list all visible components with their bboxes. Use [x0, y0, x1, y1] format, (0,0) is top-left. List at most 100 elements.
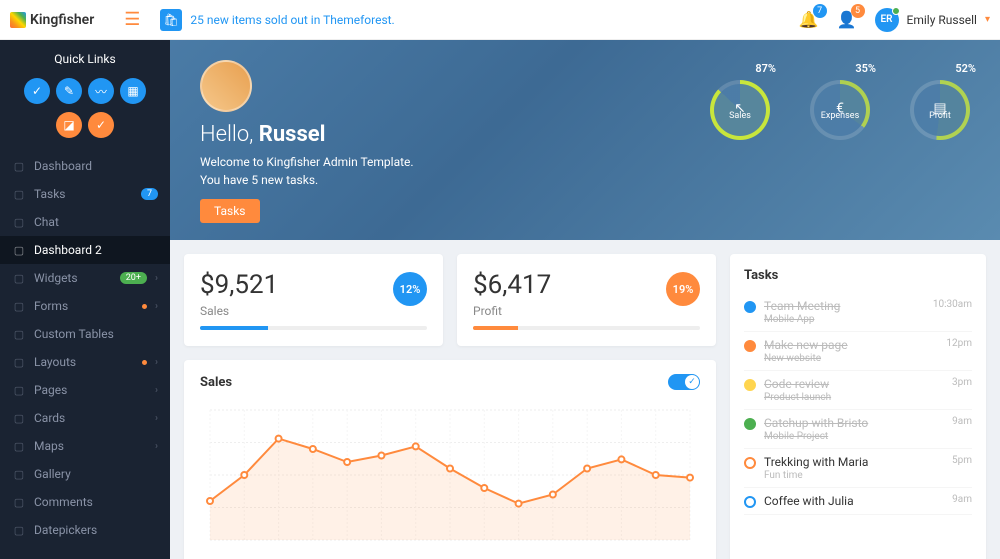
ql-box-icon[interactable]: ◪	[56, 112, 82, 138]
nav-icon: ▢	[12, 523, 26, 537]
nav-dot	[142, 360, 147, 365]
gauge-label: Profit	[929, 111, 951, 121]
sidebar-item-forms[interactable]: ▢Forms›	[0, 292, 170, 320]
nav-icon: ▢	[12, 439, 26, 453]
hero: Hello, Russel Welcome to Kingfisher Admi…	[170, 40, 1000, 240]
chevron-right-icon: ›	[155, 273, 158, 284]
announcement[interactable]: 🛍 25 new items sold out in Themeforest.	[160, 9, 394, 31]
gauge-pct: 87%	[755, 62, 776, 75]
task-sub: New website	[764, 353, 938, 364]
sidebar-item-gallery[interactable]: ▢ Gallery	[0, 460, 170, 488]
task-item[interactable]: Catchup with BristoMobile Project 9am	[744, 410, 972, 449]
nav-icon: ▢	[12, 271, 26, 285]
nav-icon: ▢	[12, 159, 26, 173]
task-item[interactable]: Team MeetingMobile App 10:30am	[744, 293, 972, 332]
task-time: 5pm	[952, 455, 972, 466]
task-item[interactable]: Coffee with Julia 9am	[744, 488, 972, 515]
nav-icon: ▢	[12, 327, 26, 341]
sales-chart-card: Sales	[184, 360, 716, 559]
nav-icon: ▢	[12, 299, 26, 313]
brand-icon	[10, 12, 26, 28]
notification-icon[interactable]: 🔔7	[799, 10, 819, 29]
sales-chart	[200, 400, 700, 550]
nav-label: Forms	[34, 299, 134, 313]
chart-toggle[interactable]	[668, 374, 700, 390]
task-name: Team Meeting	[764, 299, 925, 313]
sidebar-item-tasks[interactable]: ▢Tasks7	[0, 180, 170, 208]
nav-icon: ▢	[12, 495, 26, 509]
nav-icon: ▢	[12, 355, 26, 369]
stat-label: Profit	[473, 304, 700, 318]
nav-label: Dashboard 2	[34, 243, 158, 257]
task-status-icon	[744, 301, 756, 313]
brand[interactable]: Kingfisher	[10, 12, 94, 28]
hamburger-icon[interactable]: ☰	[124, 9, 140, 30]
nav-label: Cards	[34, 411, 147, 425]
nav-dot	[142, 304, 147, 309]
task-time: 3pm	[952, 377, 972, 388]
sidebar-item-datepickers[interactable]: ▢ Datepickers	[0, 516, 170, 544]
sidebar-item-cards[interactable]: ▢ Cards ›	[0, 404, 170, 432]
nav-label: Comments	[34, 495, 158, 509]
chevron-down-icon: ▾	[985, 14, 990, 25]
task-status-icon	[744, 496, 756, 508]
nav-icon: ▢	[12, 243, 26, 257]
sidebar-item-dashboard-2[interactable]: ▢ Dashboard 2	[0, 236, 170, 264]
task-item[interactable]: Code reviewProduct launch 3pm	[744, 371, 972, 410]
nav-label: Gallery	[34, 467, 158, 481]
quick-links-title: Quick Links	[0, 40, 170, 74]
chevron-right-icon: ›	[155, 357, 158, 368]
nav-label: Pages	[34, 383, 147, 397]
task-item[interactable]: Make new pageNew website 12pm	[744, 332, 972, 371]
stat-bar	[200, 326, 427, 330]
sidebar-item-widgets[interactable]: ▢Widgets20+›	[0, 264, 170, 292]
nav-icon: ▢	[12, 215, 26, 229]
gauge-pct: 35%	[855, 62, 876, 75]
ql-check-icon[interactable]: ✓	[24, 78, 50, 104]
tasks-title: Tasks	[744, 268, 972, 283]
stat-bar	[473, 326, 700, 330]
ql-chart-icon[interactable]: 〰	[88, 78, 114, 104]
sidebar-item-chat[interactable]: ▢Chat	[0, 208, 170, 236]
stat-pct: 19%	[666, 272, 700, 306]
stat-card-sales: $9,521 Sales 12%	[184, 254, 443, 346]
tasks-card: Tasks Team MeetingMobile App 10:30am Mak…	[730, 254, 986, 559]
gauge-label: Sales	[729, 111, 751, 121]
task-name: Coffee with Julia	[764, 494, 944, 508]
task-status-icon	[744, 418, 756, 430]
notif-badge: 7	[813, 4, 827, 18]
task-time: 12pm	[946, 338, 972, 349]
topbar: Kingfisher ☰ 🛍 25 new items sold out in …	[0, 0, 1000, 40]
stat-label: Sales	[200, 304, 427, 318]
hero-avatar	[200, 60, 252, 112]
sidebar-item-custom-tables[interactable]: ▢Custom Tables	[0, 320, 170, 348]
chart-title: Sales	[200, 375, 232, 390]
chevron-right-icon: ›	[155, 441, 158, 452]
sidebar-item-layouts[interactable]: ▢Layouts›	[0, 348, 170, 376]
ql-shield-icon[interactable]: ✓	[88, 112, 114, 138]
chevron-right-icon: ›	[155, 413, 158, 424]
announcement-text: 25 new items sold out in Themeforest.	[190, 13, 394, 27]
user-icon[interactable]: 👤5	[837, 10, 857, 29]
nav-label: Dashboard	[34, 159, 158, 173]
task-item[interactable]: Trekking with MariaFun time 5pm	[744, 449, 972, 488]
user-menu[interactable]: ER Emily Russell ▾	[875, 8, 990, 32]
task-name: Make new page	[764, 338, 938, 352]
sidebar-item-dashboard[interactable]: ▢ Dashboard	[0, 152, 170, 180]
hero-subtitle: Welcome to Kingfisher Admin Template. Yo…	[200, 153, 970, 189]
task-status-icon	[744, 379, 756, 391]
sidebar-item-maps[interactable]: ▢Maps›	[0, 432, 170, 460]
tasks-button[interactable]: Tasks	[200, 199, 260, 223]
gauge-sales: 87% ↖ Sales	[710, 80, 770, 140]
sidebar-item-pages[interactable]: ▢Pages›	[0, 376, 170, 404]
task-time: 9am	[952, 494, 972, 505]
ql-grid-icon[interactable]: ▦	[120, 78, 146, 104]
nav-badge: 20+	[120, 272, 147, 284]
ql-chat-icon[interactable]: ✎	[56, 78, 82, 104]
nav-icon: ▢	[12, 467, 26, 481]
nav-label: Datepickers	[34, 523, 158, 537]
sidebar-item-comments[interactable]: ▢ Comments	[0, 488, 170, 516]
nav-icon: ▢	[12, 411, 26, 425]
user-badge: 5	[851, 4, 865, 18]
task-sub: Mobile App	[764, 314, 925, 325]
